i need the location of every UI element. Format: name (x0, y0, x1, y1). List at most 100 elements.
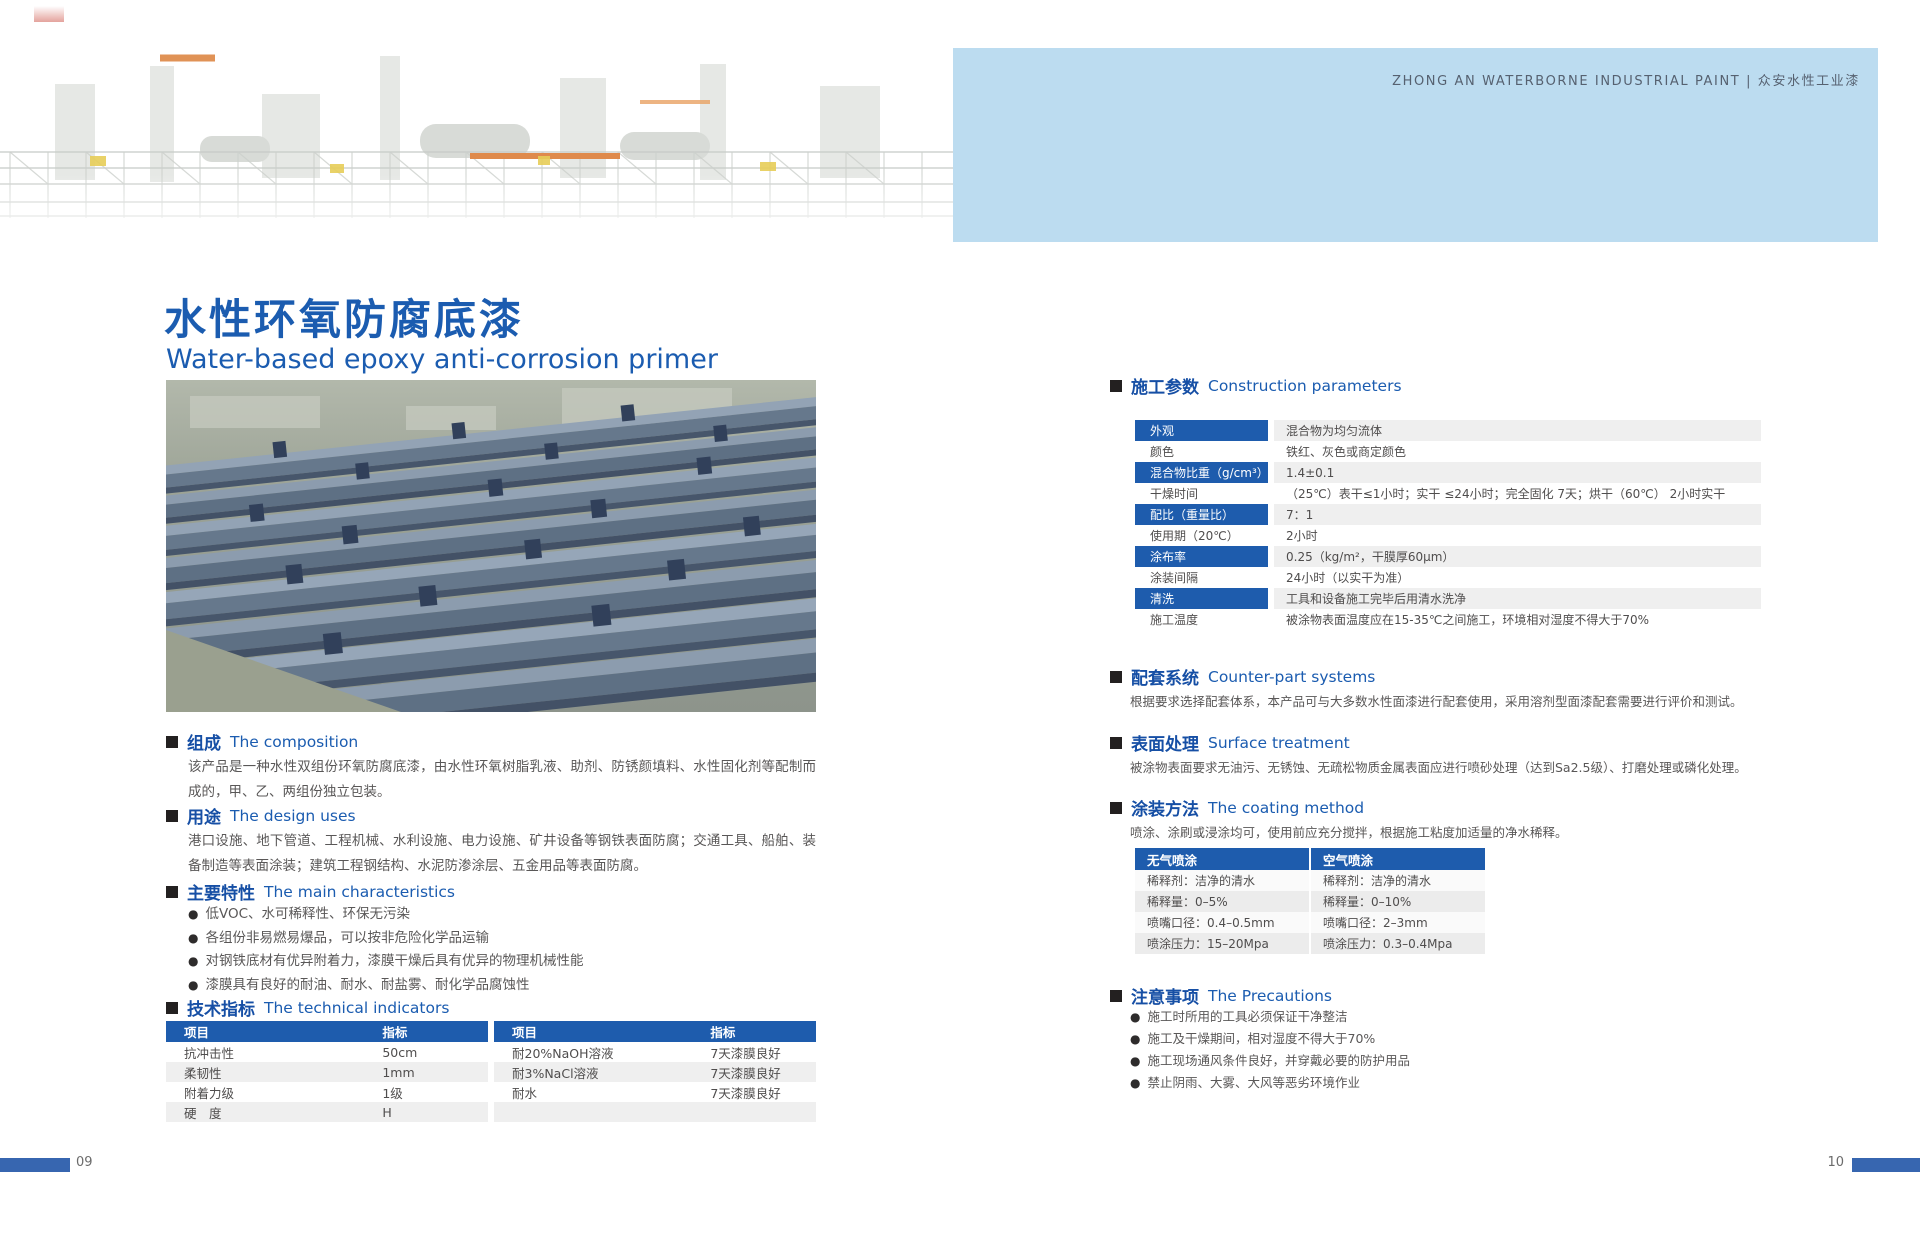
section-title-en: The design uses (230, 807, 356, 825)
list-item: 对钢铁底材有优异附着力，漆膜干燥后具有优异的物理机械性能 (188, 952, 583, 971)
steel-structure-photo (166, 380, 816, 712)
table-row: 配比（重量比） 7：1 (1135, 504, 1761, 525)
cell: 稀释量：0–5% (1135, 891, 1310, 912)
list-item: 漆膜具有良好的耐油、耐水、耐盐雾、耐化学品腐蚀性 (188, 976, 583, 995)
param-value: 2小时 (1274, 525, 1761, 546)
param-label: 干燥时间 (1135, 483, 1268, 504)
cell: 柔韧性 (166, 1062, 364, 1082)
table-row: 混合物比重（g/cm³） 1.4±0.1 (1135, 462, 1761, 483)
param-label: 外观 (1135, 420, 1268, 441)
brand-header-text: ZHONG AN WATERBORNE INDUSTRIAL PAINT | 众… (1392, 70, 1860, 89)
cell: 附着力级 (166, 1082, 364, 1102)
section-title-cn: 涂装方法 (1131, 795, 1199, 820)
indicators-table-left: 项目 指标 抗冲击性 50cm 柔韧性 1mm 附着力级 1级 硬 度 (166, 1021, 488, 1122)
cell: 耐3%NaCl溶液 (494, 1062, 692, 1082)
cell: 7天漆膜良好 (692, 1062, 816, 1082)
cell: 喷涂压力：15–20Mpa (1135, 933, 1310, 954)
factory-photo (0, 6, 953, 246)
steel-photo-art (166, 380, 816, 712)
construction-table: 外观 混合物为均匀流体 颜色 铁红、灰色或商定颜色 混合物比重（g/cm³） 1… (1135, 420, 1761, 630)
table-row: 清洗 工具和设备施工完毕后用清水洗净 (1135, 588, 1761, 609)
section-title-cn: 施工参数 (1131, 373, 1199, 398)
cell: 耐20%NaOH溶液 (494, 1042, 692, 1062)
section-precautions: 注意事项 The Precautions (1110, 983, 1332, 1008)
section-square-icon (1110, 802, 1122, 814)
section-square-icon (1110, 380, 1122, 392)
section-square-icon (166, 886, 178, 898)
section-title-cn: 技术指标 (187, 995, 255, 1020)
counterpart-body: 根据要求选择配套体系，本产品可与大多数水性面漆进行配套使用，采用溶剂型面漆配套需… (1130, 692, 1743, 712)
catalog-spread: ZHONG AN WATERBORNE INDUSTRIAL PAINT | 众… (0, 0, 1920, 1236)
param-label: 配比（重量比） (1135, 504, 1268, 525)
cell (494, 1102, 692, 1122)
cell: 稀释量：0–10% (1310, 891, 1485, 912)
cell: 喷嘴口径：0.4–0.5mm (1135, 912, 1310, 933)
param-value: 工具和设备施工完毕后用清水洗净 (1274, 588, 1761, 609)
section-square-icon (166, 1002, 178, 1014)
cell: 7天漆膜良好 (692, 1082, 816, 1102)
param-value: 混合物为均匀流体 (1274, 420, 1761, 441)
table-row: 耐20%NaOH溶液 7天漆膜良好 (494, 1042, 816, 1062)
list-item: 施工及干燥期间，相对湿度不得大于70% (1130, 1030, 1410, 1048)
column-header: 指标 (364, 1021, 488, 1042)
cell: 喷嘴口径：2–3mm (1310, 912, 1485, 933)
table-row: 柔韧性 1mm (166, 1062, 488, 1082)
coating-body: 喷涂、涂刷或浸涂均可，使用前应充分搅拌，根据施工粘度加适量的净水稀释。 (1130, 823, 1568, 843)
section-title-en: The coating method (1208, 799, 1364, 817)
section-square-icon (1110, 990, 1122, 1002)
table-row: 耐3%NaCl溶液 7天漆膜良好 (494, 1062, 816, 1082)
table-row (494, 1102, 816, 1122)
table-row: 附着力级 1级 (166, 1082, 488, 1102)
section-construction: 施工参数 Construction parameters (1110, 373, 1402, 398)
cell: 1级 (364, 1082, 488, 1102)
param-value: 被涂物表面温度应在15-35℃之间施工，环境相对湿度不得大于70% (1274, 609, 1761, 630)
section-square-icon (166, 736, 178, 748)
section-title-cn: 用途 (187, 803, 221, 828)
param-value: 铁红、灰色或商定颜色 (1274, 441, 1761, 462)
footer-bar-right (1852, 1158, 1920, 1172)
cell: 硬 度 (166, 1102, 364, 1122)
param-value: （25℃）表干≤1小时；实干 ≤24小时；完全固化 7天；烘干（60℃） 2小时… (1274, 483, 1761, 504)
uses-body: 港口设施、地下管道、工程机械、水利设施、电力设施、矿井设备等钢铁表面防腐；交通工… (188, 829, 816, 879)
section-title-cn: 组成 (187, 729, 221, 754)
column-header: 无气喷涂 (1135, 848, 1310, 870)
table-row: 颜色 铁红、灰色或商定颜色 (1135, 441, 1761, 462)
page-number-left: 09 (76, 1155, 93, 1170)
table-row: 耐水 7天漆膜良好 (494, 1082, 816, 1102)
section-title-cn: 主要特性 (187, 879, 255, 904)
table-row: 涂布率 0.25（kg/m²，干膜厚60μm） (1135, 546, 1761, 567)
param-label: 涂布率 (1135, 546, 1268, 567)
column-header: 空气喷涂 (1310, 848, 1485, 870)
section-square-icon (1110, 671, 1122, 683)
product-title-en: Water-based epoxy anti-corrosion primer (166, 344, 718, 375)
list-item: 禁止阴雨、大雾、大风等恶劣环境作业 (1130, 1074, 1410, 1092)
list-item: 施工时所用的工具必须保证干净整洁 (1130, 1008, 1410, 1026)
param-label: 清洗 (1135, 588, 1268, 609)
cell: 喷涂压力：0.3–0.4Mpa (1310, 933, 1485, 954)
characteristics-list: 低VOC、水可稀释性、环保无污染 各组份非易燃易爆品，可以按非危险化学品运输 对… (188, 905, 583, 1000)
section-title-cn: 表面处理 (1131, 730, 1199, 755)
table-row: 使用期（20℃） 2小时 (1135, 525, 1761, 546)
param-label: 使用期（20℃） (1135, 525, 1268, 546)
section-title-en: The main characteristics (264, 883, 455, 901)
section-title-cn: 配套系统 (1131, 664, 1199, 689)
table-row: 抗冲击性 50cm (166, 1042, 488, 1062)
section-title-en: Counter-part systems (1208, 668, 1375, 686)
factory-photo-art (0, 6, 953, 246)
table-row: 喷涂压力：15–20Mpa 喷涂压力：0.3–0.4Mpa (1135, 933, 1485, 954)
page-number-right: 10 (1827, 1155, 1844, 1170)
column-header: 项目 (166, 1021, 364, 1042)
section-square-icon (1110, 737, 1122, 749)
param-label: 混合物比重（g/cm³） (1135, 462, 1268, 483)
param-label: 施工温度 (1135, 609, 1268, 630)
composition-body: 该产品是一种水性双组份环氧防腐底漆，由水性环氧树脂乳液、助剂、防锈颜填料、水性固… (188, 755, 816, 805)
section-title-en: Construction parameters (1208, 377, 1402, 395)
param-value: 1.4±0.1 (1274, 462, 1761, 483)
coating-table: 无气喷涂 空气喷涂 稀释剂：洁净的清水 稀释剂：洁净的清水 稀释量：0–5% 稀… (1135, 848, 1485, 954)
table-row: 涂装间隔 24小时（以实干为准） (1135, 567, 1761, 588)
section-title-en: The technical indicators (264, 999, 449, 1017)
product-title-cn: 水性环氧防腐底漆 (164, 286, 524, 347)
cell: 耐水 (494, 1082, 692, 1102)
list-item: 低VOC、水可稀释性、环保无污染 (188, 905, 583, 924)
param-value: 0.25（kg/m²，干膜厚60μm） (1274, 546, 1761, 567)
